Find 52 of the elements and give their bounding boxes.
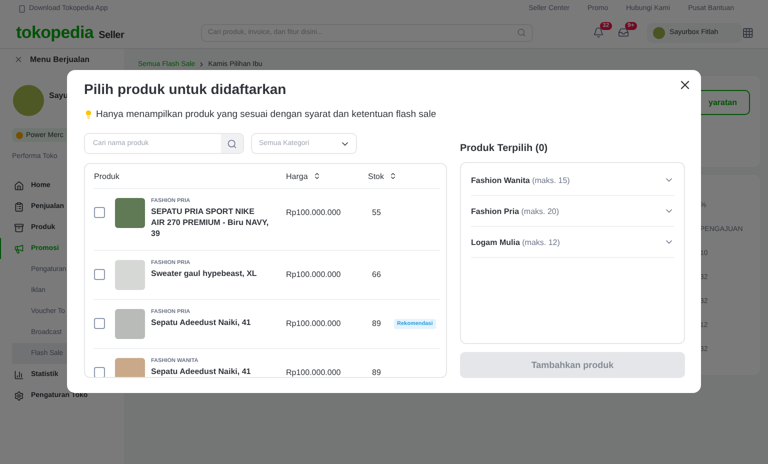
sort-icon	[389, 172, 398, 180]
sidebar-title: Menu Berjualan	[30, 54, 90, 64]
product-name: Sweater gaul hypebeast, XL	[151, 268, 258, 279]
hint-text: Hanya menampilkan produk yang sesuai dengan syarat dan ketentuan flash sale	[96, 109, 436, 120]
price-cell-text: Rp100.000.000	[286, 318, 342, 328]
clipboard-icon	[14, 202, 24, 212]
stock-cell-text: 89	[371, 368, 382, 377]
product-name: Sepatu Adeedust Naiki, 41	[151, 316, 252, 328]
checkbox[interactable]	[94, 207, 105, 218]
box-icon	[14, 222, 24, 232]
photo-placeholder	[115, 260, 145, 290]
chart-icon	[14, 370, 24, 380]
search-icon	[227, 138, 237, 148]
category-accordion[interactable]: Fashion Pria (maks. 20)	[471, 196, 674, 227]
column-header[interactable]: Harga	[286, 172, 368, 180]
apps-grid-icon[interactable]	[742, 26, 754, 38]
shop-name: Sayu	[49, 91, 68, 100]
price-cell-text: Rp100.000.000	[286, 208, 342, 217]
chevron-icon	[198, 61, 206, 68]
sort-icon	[312, 172, 321, 180]
price-cell-text: Rp100.000.000	[286, 368, 342, 377]
stock-cell-text: 89	[371, 318, 382, 328]
inbox-icon[interactable]	[618, 27, 629, 38]
category-accordion[interactable]: Logam Mulia (maks. 12)	[471, 227, 674, 258]
dialog-title: Pilih produk untuk didaftarkan	[84, 81, 288, 97]
shop-avatar	[13, 85, 44, 116]
close-button[interactable]	[678, 78, 692, 92]
checkbox[interactable]	[94, 268, 105, 280]
search-icon	[516, 28, 526, 37]
column-header[interactable]: Stok	[368, 172, 444, 180]
settings-icon	[14, 390, 24, 400]
logo[interactable]: tokopedia Seller	[16, 22, 124, 42]
phone-icon	[18, 4, 26, 12]
photo-placeholder	[115, 198, 145, 228]
search-button[interactable]	[221, 134, 243, 153]
bell-icon[interactable]	[592, 27, 604, 38]
category-accordion[interactable]: Fashion Wanita (maks. 15)	[471, 165, 674, 196]
product-name: Sepatu Adeedust Naiki, 41	[151, 366, 252, 377]
product-name: SEPATU PRIA SPORT NIKE AIR 270 PREMIUM - Biru NAVY, 39	[151, 206, 270, 240]
lightbulb-icon	[84, 110, 93, 119]
photo-placeholder	[115, 308, 145, 339]
megaphone-icon	[14, 244, 24, 254]
close-icon[interactable]	[14, 54, 23, 64]
price-cell-text: Rp100.000.000	[286, 270, 342, 279]
home-icon	[14, 180, 24, 190]
checkbox[interactable]	[94, 318, 105, 329]
selected-title: Produk Terpilih (0)	[460, 143, 549, 154]
column-header: Produk	[94, 172, 120, 180]
avatar-icon	[652, 26, 665, 38]
stock-cell-text: 55	[371, 208, 382, 217]
stock-cell-text: 66	[371, 270, 382, 279]
checkbox[interactable]	[94, 366, 105, 377]
